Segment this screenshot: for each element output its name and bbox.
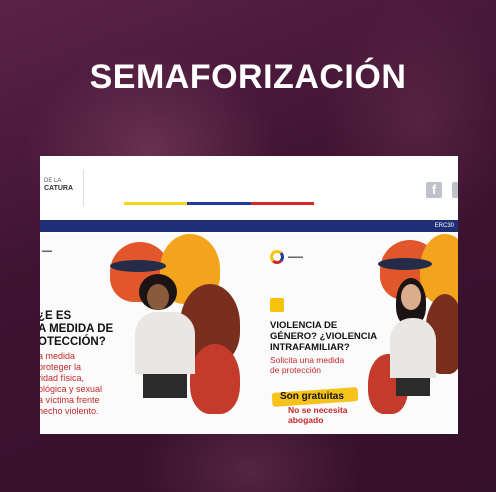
logo-divider xyxy=(83,170,84,206)
illustration-face xyxy=(190,344,240,414)
info-icon xyxy=(270,298,284,312)
banner-logo-small: ▬▬ xyxy=(42,248,52,254)
free-label: Son gratuitas xyxy=(280,391,344,402)
illustration-hat xyxy=(378,258,432,270)
banner-panel-left[interactable]: ▬▬ ¿E ES A MEDIDA DE OTECCIÓN? a medida … xyxy=(40,234,240,434)
logo-line-1: DE LA xyxy=(44,178,62,184)
hero-banner: ▬▬ ¿E ES A MEDIDA DE OTECCIÓN? a medida … xyxy=(40,234,458,434)
site-header: DE LA CATURA f xyxy=(40,156,458,218)
nav-bar: ERC30 xyxy=(40,220,458,232)
banner-logo-small: ▬▬▬ xyxy=(288,254,303,260)
banner-left-title: ¿E ES A MEDIDA DE OTECCIÓN? xyxy=(40,310,114,348)
social-icon[interactable] xyxy=(452,182,458,198)
banner-right-title: VIOLENCIA DE GÉNERO? ¿VIOLENCIA INTRAFAM… xyxy=(270,320,378,353)
site-logo[interactable]: DE LA CATURA xyxy=(44,178,88,196)
page-title: SEMAFORIZACIÓN xyxy=(89,58,407,96)
logo-line-2: CATURA xyxy=(44,185,74,192)
illustration-face xyxy=(420,234,458,304)
banner-left-body: a medida proteger la ridad física, ológi… xyxy=(40,351,103,416)
institution-logo-icon xyxy=(270,250,284,264)
banner-panel-right[interactable]: ▬▬▬ VIOLENCIA DE GÉNERO? ¿VIOLENCIA INTR… xyxy=(260,234,458,434)
banner-right-subtitle: Solicita una medida de protección xyxy=(270,355,345,375)
nav-item[interactable]: ERC30 xyxy=(435,221,454,231)
facebook-icon[interactable]: f xyxy=(426,182,442,198)
illustration-hat xyxy=(110,260,166,272)
free-sub-label: No se necesita abogado xyxy=(288,405,348,425)
website-screenshot: DE LA CATURA f ERC30 ▬▬ ¿E ES A MEDIDA D… xyxy=(40,156,458,434)
flag-stripe xyxy=(124,202,314,205)
